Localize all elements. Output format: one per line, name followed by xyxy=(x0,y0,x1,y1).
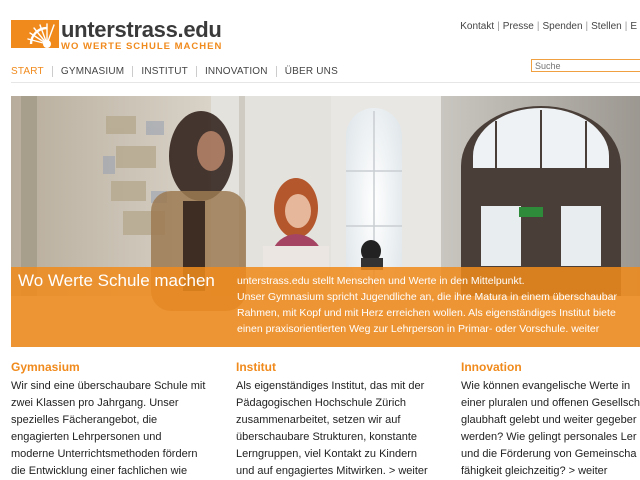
nav-divider xyxy=(11,82,640,83)
column-text-gymnasium: Wir sind eine überschaubare Schule mit z… xyxy=(11,378,221,480)
text-line: zwei Klassen pro Jahrgang. Unser xyxy=(11,397,179,409)
text-line: Wir sind eine überschaubare Schule mit xyxy=(11,380,206,392)
column-text-innovation: Wie können evangelische Werte in einer p… xyxy=(461,378,640,480)
nav-item-gymnasium[interactable]: GYMNASIUM xyxy=(51,66,132,77)
hero-text: unterstrass.edu stellt Menschen und Wert… xyxy=(237,273,640,337)
weiter-link[interactable]: und auf engagiertes Mitwirken. > weiter xyxy=(236,465,428,477)
logo-tagline: WO WERTE SCHULE MACHEN xyxy=(61,41,223,52)
text-line: glaubhaft gelebt und weiter gegeber xyxy=(461,414,637,426)
spenden-link[interactable]: Spenden xyxy=(539,21,585,32)
sunburst-logo-icon xyxy=(11,20,59,48)
column-gymnasium: Gymnasium Wir sind eine überschaubare Sc… xyxy=(11,360,221,480)
nav-item-innovation[interactable]: INNOVATION xyxy=(195,66,276,77)
text-line: werden? Wie gelingt personales Ler xyxy=(461,431,637,443)
e-link[interactable]: E xyxy=(627,21,640,32)
hero-image: Wo Werte Schule machen unterstrass.edu s… xyxy=(11,96,640,347)
hero-text-line: Rahmen, mit Kopf und mit Herz erreichen … xyxy=(237,307,616,319)
text-line: und die Förderung von Gemeinscha xyxy=(461,448,637,460)
text-line: überschaubare Strukturen, konstante xyxy=(236,431,418,443)
nav-item-ueber-uns[interactable]: ÜBER UNS xyxy=(275,66,346,77)
hero-title: Wo Werte Schule machen xyxy=(18,271,215,290)
text-line: die Entwicklung einer fachlichen wie xyxy=(11,465,188,477)
text-line: moderne Unterrichtsmethoden fördern xyxy=(11,448,198,460)
column-text-institut: Als eigenständiges Institut, das mit der… xyxy=(236,378,446,480)
hero-banner: Wo Werte Schule machen unterstrass.edu s… xyxy=(11,267,640,347)
text-line: einer pluralen und offenen Gesellsch xyxy=(461,397,640,409)
text-line: Als eigenständiges Institut, das mit der xyxy=(236,380,425,392)
main-nav: START GYMNASIUM INSTITUT INNOVATION ÜBER UNS xyxy=(11,66,346,77)
text-line: engagierten Lehrpersonen und xyxy=(11,431,162,443)
hero-text-line: unterstrass.edu stellt Menschen und Wert… xyxy=(237,275,525,287)
hero-weiter-link[interactable]: einen praxisorientierten Weg zur Lehrper… xyxy=(237,321,640,337)
text-line: zusammenarbeitet, setzen wir auf xyxy=(236,414,401,426)
column-title-gymnasium[interactable]: Gymnasium xyxy=(11,360,221,375)
site-logo[interactable]: unterstrass.edu WO WERTE SCHULE MACHEN xyxy=(11,17,223,53)
kontakt-link[interactable]: Kontakt xyxy=(457,21,497,32)
stellen-link[interactable]: Stellen xyxy=(588,21,625,32)
nav-item-start[interactable]: START xyxy=(11,66,52,77)
utility-nav: Kontakt | Presse | Spenden | Stellen | E xyxy=(457,21,640,32)
text-line: Lerngruppen, viel Kontakt zu Kindern xyxy=(236,448,418,460)
logo-text: unterstrass.edu WO WERTE SCHULE MACHEN xyxy=(61,17,223,53)
logo-title: unterstrass.edu xyxy=(61,17,222,42)
column-innovation: Innovation Wie können evangelische Werte… xyxy=(461,360,640,480)
text-line: spezielles Fächerangebot, die xyxy=(11,414,158,426)
column-institut: Institut Als eigenständiges Institut, da… xyxy=(236,360,446,480)
presse-link[interactable]: Presse xyxy=(500,21,537,32)
weiter-link[interactable]: fähigkeit gleichzeitig? > weiter xyxy=(461,465,607,477)
text-line: Pädagogischen Hochschule Zürich xyxy=(236,397,406,409)
column-title-innovation[interactable]: Innovation xyxy=(461,360,640,375)
hero-text-line: Unser Gymnasium spricht Jugendliche an, … xyxy=(237,291,617,303)
text-line: Wie können evangelische Werte in xyxy=(461,380,631,392)
column-title-institut[interactable]: Institut xyxy=(236,360,446,375)
nav-item-institut[interactable]: INSTITUT xyxy=(132,66,196,77)
search-input[interactable] xyxy=(531,59,640,72)
